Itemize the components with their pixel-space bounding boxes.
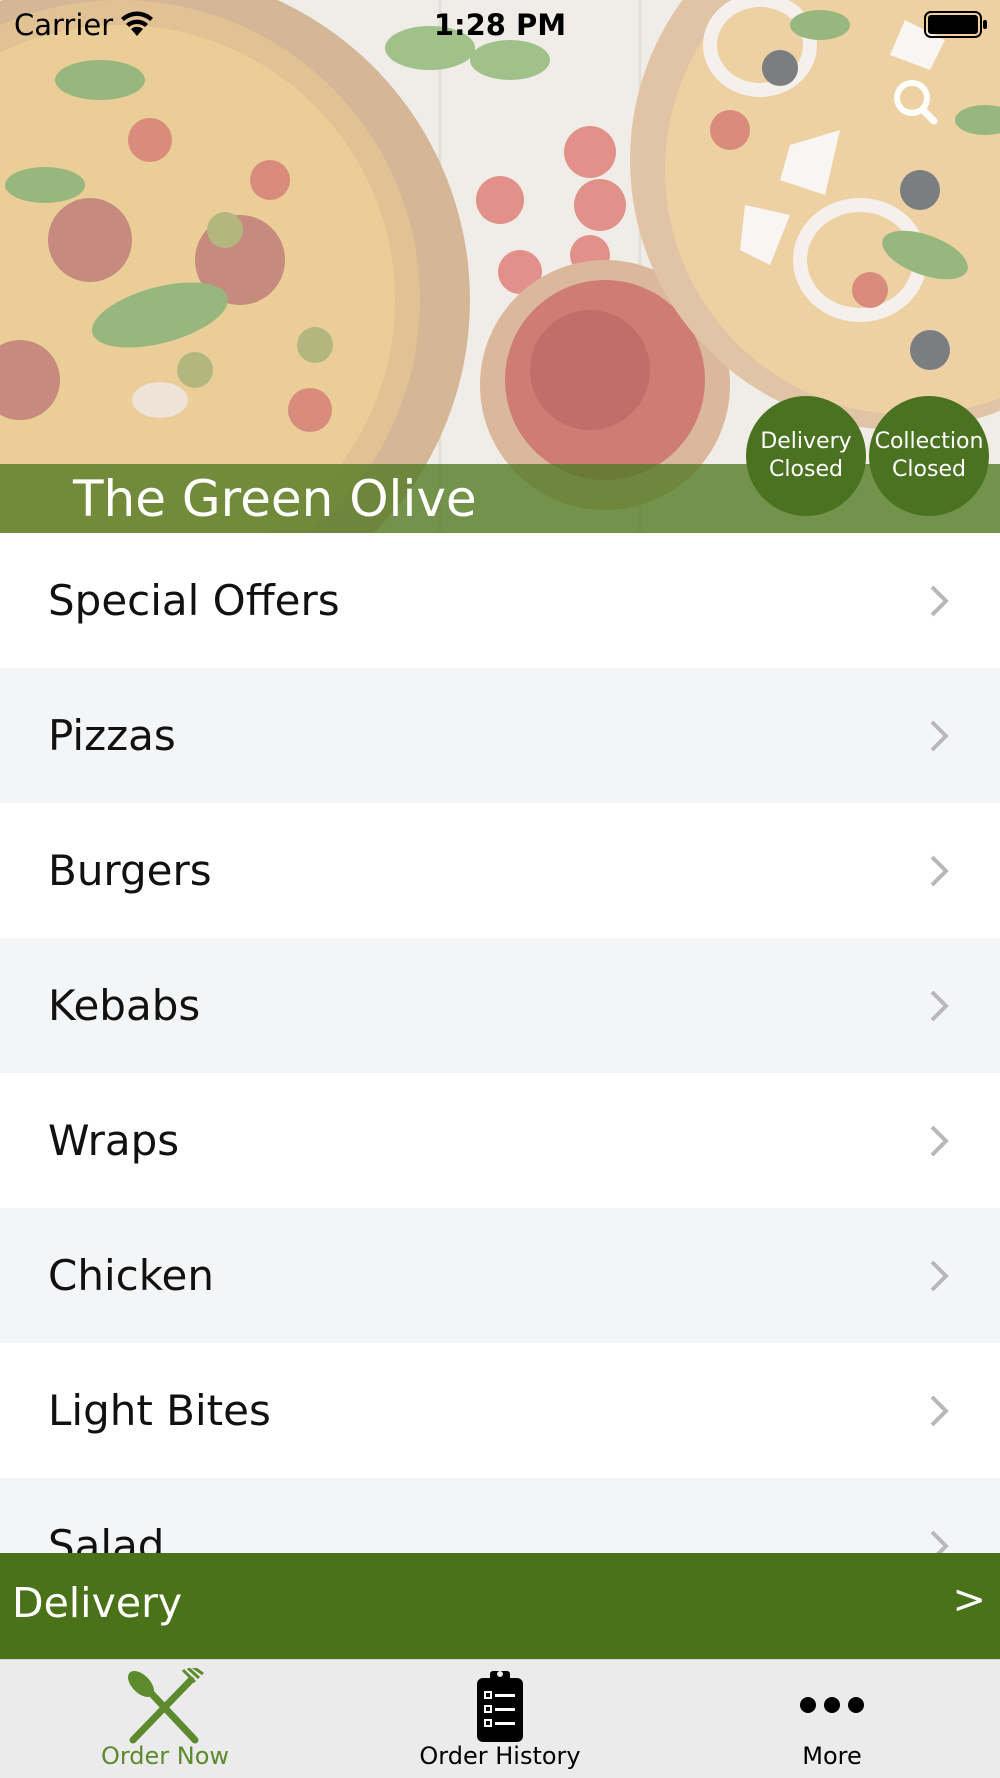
menu-item-burgers[interactable]: Burgers [0, 803, 1000, 938]
menu-item-label: Wraps [48, 1116, 180, 1165]
menu-item-light-bites[interactable]: Light Bites [0, 1343, 1000, 1478]
menu-item-chicken[interactable]: Chicken [0, 1208, 1000, 1343]
restaurant-name: The Green Olive [73, 470, 477, 528]
fork-knife-icon [128, 1668, 204, 1744]
tab-bar: Order Now Order History More [0, 1659, 1000, 1778]
menu-item-label: Light Bites [48, 1386, 271, 1435]
battery-icon [924, 11, 987, 38]
status-time: 1:28 PM [433, 8, 567, 42]
chevron-right-icon [930, 1125, 949, 1157]
delivery-status-title: Delivery [760, 429, 852, 454]
more-dots-icon [800, 1697, 864, 1713]
chevron-right-icon [930, 1530, 949, 1553]
chevron-right-icon [930, 585, 949, 617]
delivery-status-badge: Delivery Closed [746, 396, 866, 516]
chevron-right-icon [930, 1260, 949, 1292]
tab-more[interactable]: More [732, 1660, 932, 1778]
delivery-mode-arrow: > [952, 1577, 986, 1623]
tab-order-history[interactable]: Order History [400, 1660, 600, 1778]
menu-item-label: Salad [48, 1521, 165, 1553]
collection-status-badge: Collection Closed [869, 396, 989, 516]
chevron-right-icon [930, 990, 949, 1022]
menu-item-label: Special Offers [48, 576, 340, 625]
tab-label: More [802, 1742, 862, 1770]
status-bar: Carrier 1:28 PM [0, 0, 1000, 50]
menu-item-kebabs[interactable]: Kebabs [0, 938, 1000, 1073]
menu-item-salad[interactable]: Salad [0, 1478, 1000, 1553]
delivery-mode-bar[interactable]: Delivery > [0, 1553, 1000, 1659]
menu-item-label: Pizzas [48, 711, 176, 760]
tab-label: Order Now [100, 1742, 230, 1770]
chevron-right-icon [930, 1395, 949, 1427]
tab-order-now[interactable]: Order Now [65, 1660, 265, 1778]
chevron-right-icon [930, 720, 949, 752]
tab-label: Order History [419, 1742, 581, 1770]
collection-status-value: Closed [892, 457, 966, 482]
menu-item-wraps[interactable]: Wraps [0, 1073, 1000, 1208]
clipboard-list-icon [477, 1671, 523, 1742]
delivery-status-value: Closed [769, 457, 843, 482]
chevron-right-icon [930, 855, 949, 887]
menu-item-pizzas[interactable]: Pizzas [0, 668, 1000, 803]
menu-item-label: Kebabs [48, 981, 201, 1030]
menu-item-special-offers[interactable]: Special Offers [0, 533, 1000, 668]
menu-item-label: Chicken [48, 1251, 214, 1300]
delivery-mode-label: Delivery [12, 1579, 183, 1627]
menu-category-list[interactable]: Special Offers Pizzas Burgers Kebabs Wra… [0, 533, 1000, 1553]
collection-status-title: Collection [874, 429, 984, 454]
menu-item-label: Burgers [48, 846, 212, 895]
